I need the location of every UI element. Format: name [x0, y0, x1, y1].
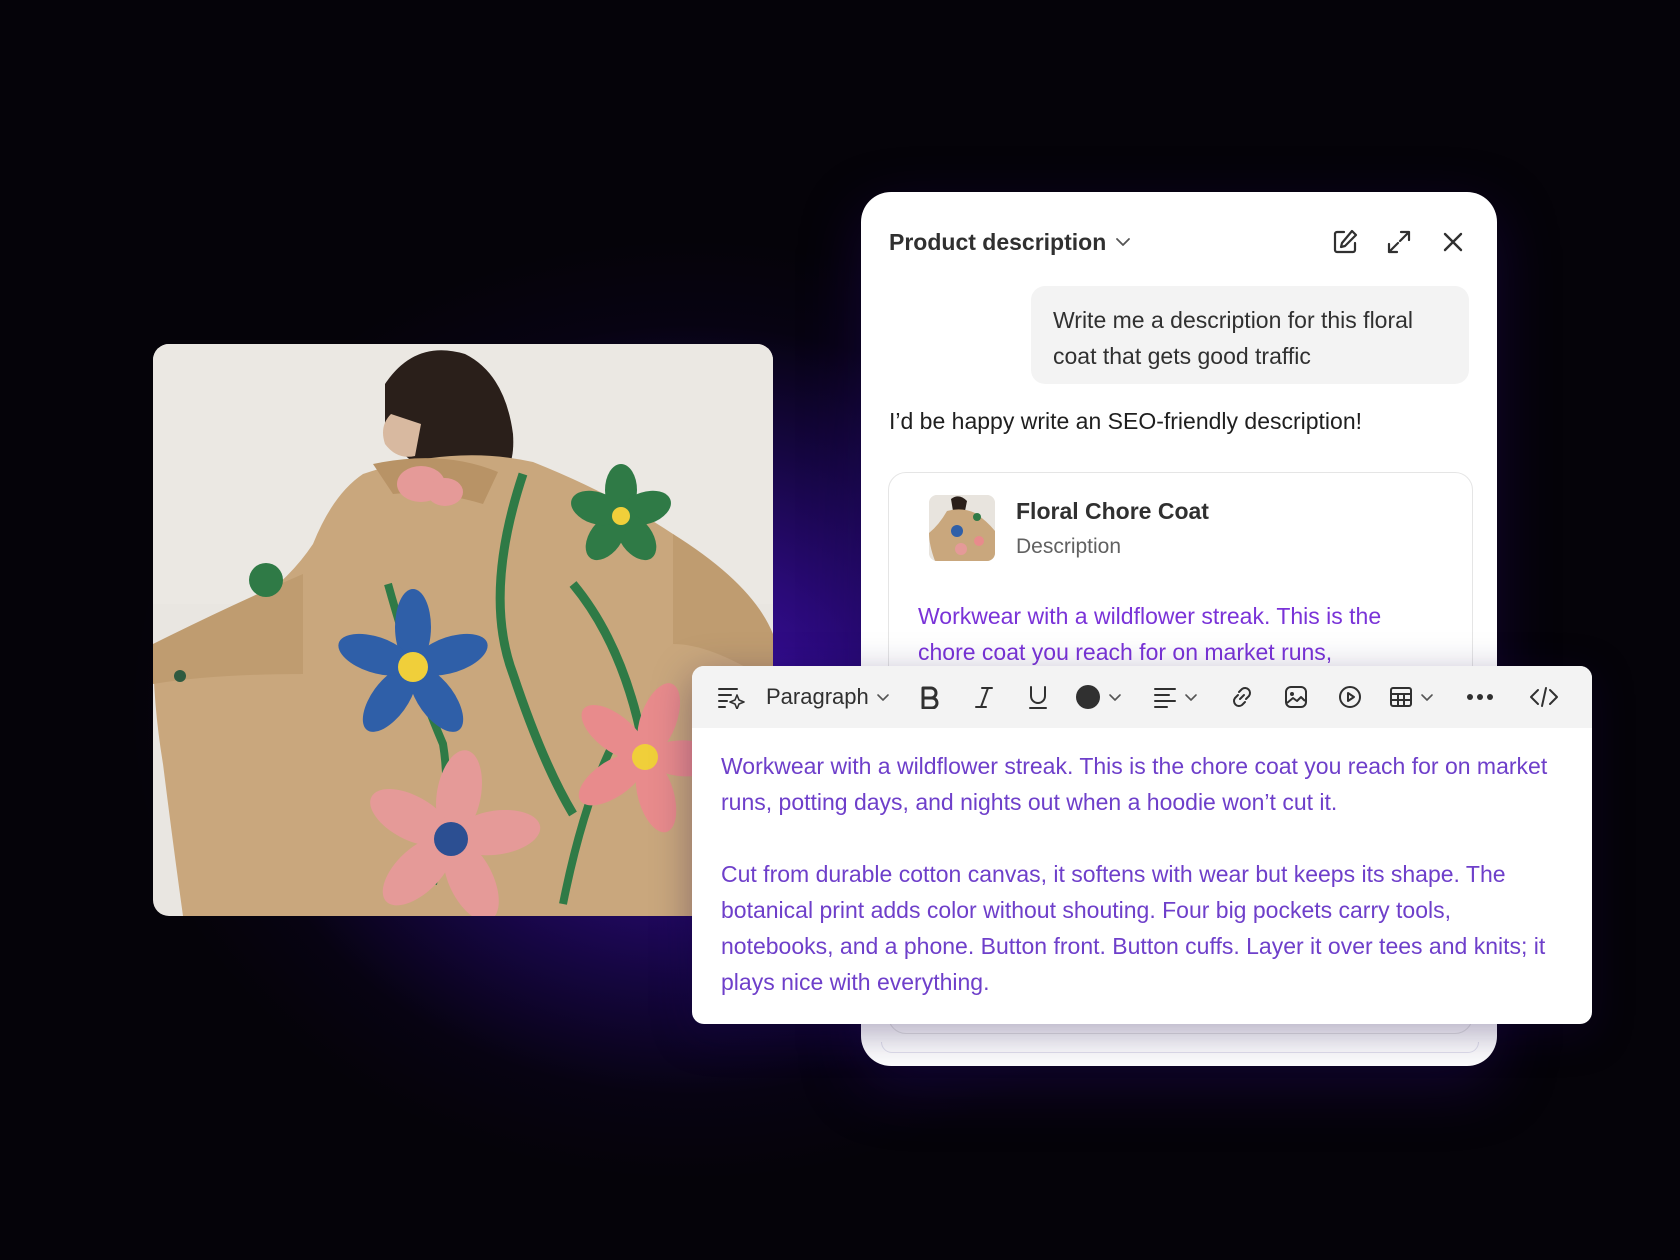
block-type-dropdown[interactable]: Paragraph — [766, 684, 891, 710]
assistant-message: I’d be happy write an SEO-friendly descr… — [889, 408, 1363, 434]
chevron-down-icon — [1420, 694, 1433, 701]
editor-toolbar: Paragraph — [692, 666, 1592, 728]
align-icon[interactable] — [1153, 677, 1199, 717]
chevron-down-icon — [876, 694, 889, 701]
card-subtitle: Description — [1016, 534, 1122, 558]
block-type-label: Paragraph — [766, 684, 869, 709]
editor-paragraph[interactable]: Workwear with a wildflower streak. This … — [721, 748, 1564, 820]
bold-icon[interactable] — [915, 677, 945, 717]
link-icon[interactable] — [1227, 677, 1257, 717]
image-icon[interactable] — [1281, 677, 1311, 717]
close-icon[interactable] — [1437, 226, 1469, 258]
panel-title[interactable]: Product description — [889, 229, 1106, 256]
product-thumbnail — [929, 495, 995, 561]
underline-icon[interactable] — [1023, 677, 1053, 717]
user-message: Write me a description for this floral c… — [1031, 286, 1469, 384]
panel-header: Product description — [889, 222, 1469, 262]
rich-text-editor: Paragraph Workwear with a wildflower str… — [692, 666, 1592, 1024]
chevron-down-icon — [1108, 694, 1121, 701]
edit-icon[interactable] — [1329, 226, 1361, 258]
panel-bottom-edge — [881, 1042, 1479, 1053]
chevron-down-icon[interactable] — [1114, 233, 1132, 251]
video-icon[interactable] — [1335, 677, 1365, 717]
card-preview-text: Workwear with a wildflower streak. This … — [918, 603, 1382, 665]
editor-paragraph[interactable]: Cut from durable cotton canvas, it softe… — [721, 856, 1564, 1000]
editor-content[interactable]: Workwear with a wildflower streak. This … — [692, 728, 1592, 1000]
product-photo — [153, 344, 773, 916]
more-icon[interactable] — [1465, 677, 1495, 717]
text-color-icon[interactable] — [1075, 677, 1123, 717]
italic-icon[interactable] — [969, 677, 999, 717]
ai-format-icon[interactable] — [716, 677, 746, 717]
card-title: Floral Chore Coat — [1016, 497, 1209, 524]
code-icon[interactable] — [1529, 677, 1559, 717]
table-icon[interactable] — [1389, 677, 1435, 717]
chevron-down-icon — [1184, 694, 1197, 701]
expand-icon[interactable] — [1383, 226, 1415, 258]
